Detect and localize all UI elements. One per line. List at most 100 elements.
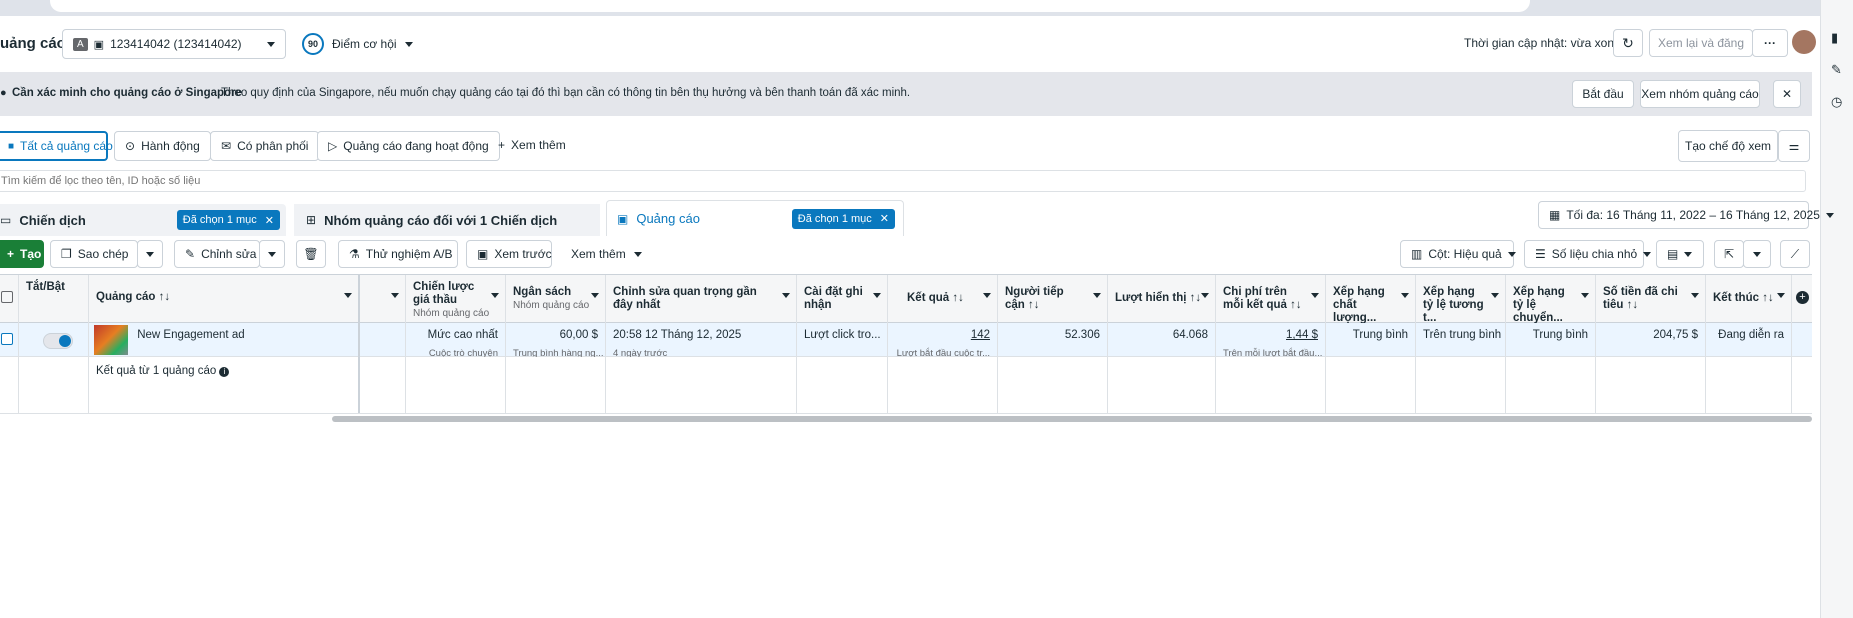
- ad-name[interactable]: New Engagement ad: [137, 329, 244, 342]
- info-icon[interactable]: i: [219, 367, 230, 377]
- create-view-button[interactable]: Tạo chế độ xem: [1678, 130, 1778, 162]
- edit-dropdown[interactable]: [259, 240, 285, 268]
- add-column-icon[interactable]: +: [1796, 291, 1809, 304]
- account-selector[interactable]: A ▣ 123414042 (123414042): [62, 29, 286, 59]
- create-button[interactable]: + Tạo: [0, 240, 44, 268]
- col-reach[interactable]: Người tiếp cận ↑↓: [998, 275, 1108, 323]
- charts-button[interactable]: ⟋: [1780, 240, 1810, 268]
- tab-campaigns[interactable]: ▭ Chiến dịch Đã chọn 1 mục ✕: [0, 204, 286, 236]
- selected-tag[interactable]: Đã chọn 1 mục ✕: [176, 210, 280, 230]
- close-icon[interactable]: ✕: [265, 214, 274, 227]
- row-reach-cell: 52.306: [998, 323, 1108, 357]
- col-amount-spent[interactable]: Số tiền đã chi tiêu ↑↓: [1596, 275, 1706, 323]
- chevron-down-icon: [1507, 251, 1516, 257]
- row-ad-cell[interactable]: New Engagement ad: [89, 323, 360, 357]
- ab-test-label: Thử nghiệm A/B: [365, 247, 453, 261]
- tab-adsets[interactable]: ⊞ Nhóm quảng cáo đối với 1 Chiến dịch: [294, 204, 600, 236]
- account-badge: A: [73, 37, 88, 51]
- date-range-picker[interactable]: ▦ Tối đa: 16 Tháng 11, 2022 – 16 Tháng 1…: [1538, 201, 1834, 229]
- col-budget[interactable]: Ngân sách Nhóm quảng cáo: [506, 275, 606, 323]
- chevron-down-icon: [633, 251, 642, 257]
- trash-icon: 🗑: [303, 247, 319, 261]
- col-bid-strategy[interactable]: Chiến lược giá thầu Nhóm quảng cáo: [406, 275, 506, 323]
- toolbar-more[interactable]: Xem thêm: [571, 247, 642, 261]
- duplicate-dropdown[interactable]: [137, 240, 163, 268]
- chevron-down-icon: [344, 293, 352, 298]
- clock-icon[interactable]: ◷: [1831, 94, 1842, 110]
- breakdown-button[interactable]: ☰ Số liệu chia nhỏ: [1524, 240, 1652, 268]
- filter-actions[interactable]: ⊙ Hành động: [114, 131, 211, 161]
- summary-cell: [1326, 357, 1416, 413]
- row-bid-cell: Mức cao nhất Cuộc trò chuyện: [406, 323, 506, 357]
- col-toggle[interactable]: Tắt/Bật: [19, 275, 89, 323]
- tab-ads[interactable]: ▣ Quảng cáo Đã chọn 1 mục ✕: [606, 200, 904, 236]
- chevron-down-icon: [1691, 293, 1699, 298]
- reports-button[interactable]: ▤: [1656, 240, 1704, 268]
- summary-cell: [1506, 357, 1596, 413]
- col-results[interactable]: Kết quả ↑↓: [888, 275, 998, 323]
- export-dropdown[interactable]: [1743, 240, 1771, 268]
- pencil-icon: ✎: [185, 247, 196, 261]
- right-rail: [1820, 0, 1853, 618]
- col-quality-ranking[interactable]: Xếp hạng chất lượng...: [1326, 275, 1416, 324]
- row-cpr-cell: 1,44 $ Trên mỗi lượt bắt đầu...: [1216, 323, 1326, 357]
- review-publish-button[interactable]: Xem lại và đăng: [1649, 29, 1753, 57]
- close-icon[interactable]: ✕: [880, 212, 889, 225]
- tag-label: Đã chọn 1 mục: [182, 214, 257, 226]
- export-icon: ⇱: [1723, 247, 1735, 261]
- col-cost-per-result[interactable]: Chi phí trên mỗi kết quả ↑↓: [1216, 275, 1326, 323]
- view-settings-button[interactable]: ⚌: [1778, 130, 1810, 162]
- refresh-button[interactable]: ↻: [1613, 29, 1643, 57]
- horizontal-scrollbar[interactable]: [332, 416, 1812, 422]
- start-button[interactable]: Bắt đầu: [1572, 80, 1634, 108]
- preview-button[interactable]: ▣ Xem trước: [466, 240, 552, 268]
- duplicate-button[interactable]: ❐ Sao chép: [50, 240, 138, 268]
- col-ends[interactable]: Kết thúc ↑↓: [1706, 275, 1792, 323]
- opportunity-score[interactable]: 90 Điểm cơ hội: [302, 33, 413, 55]
- filter-label: Hành động: [141, 139, 200, 153]
- chart-icon[interactable]: ▮: [1831, 30, 1838, 46]
- search-input[interactable]: [0, 170, 1806, 192]
- export-button[interactable]: ⇱: [1714, 240, 1744, 268]
- report-icon: ▤: [1667, 247, 1679, 261]
- filter-more[interactable]: + Xem thêm: [498, 138, 566, 152]
- filter-delivery[interactable]: ✉ Có phân phối: [210, 131, 320, 161]
- more-button[interactable]: ···: [1752, 29, 1788, 57]
- row-checkbox[interactable]: [1, 333, 13, 345]
- cell-value[interactable]: 1,44 $: [1223, 329, 1318, 342]
- filter-label: Quảng cáo đang hoạt động: [343, 139, 489, 153]
- cell-value: 64.068: [1172, 329, 1208, 341]
- table-bottom-border: [0, 413, 1812, 414]
- tab-label: Chiến dịch: [19, 212, 86, 228]
- col-impressions[interactable]: Lượt hiển thị ↑↓: [1108, 275, 1216, 323]
- filter-active-ads[interactable]: ▷ Quảng cáo đang hoạt động: [317, 131, 500, 161]
- cell-value[interactable]: 142: [895, 329, 990, 342]
- view-adset-button[interactable]: Xem nhóm quảng cáo: [1640, 80, 1760, 108]
- ad-toggle[interactable]: [43, 333, 73, 349]
- col-last-edit[interactable]: Chỉnh sửa quan trọng gần đây nhất: [606, 275, 797, 323]
- selected-tag[interactable]: Đã chọn 1 mục ✕: [791, 208, 895, 229]
- row-hidden-cell: [360, 323, 406, 357]
- col-label: Xếp hạng chất lượng...: [1333, 286, 1385, 324]
- col-ad[interactable]: Quảng cáo ↑↓: [89, 275, 360, 323]
- delete-button[interactable]: 🗑: [296, 240, 326, 268]
- col-attribution[interactable]: Cài đặt ghi nhận: [797, 275, 888, 323]
- col-conversion-ranking[interactable]: Xếp hạng tỷ lệ chuyển...: [1506, 275, 1596, 324]
- filter-label: Tất cả quảng cáo: [20, 139, 113, 153]
- create-label: Tạo: [20, 247, 42, 261]
- duplicate-label: Sao chép: [77, 247, 129, 261]
- ab-test-button[interactable]: ⚗ Thử nghiệm A/B: [338, 240, 458, 268]
- row-toggle-cell: [19, 323, 89, 357]
- col-engagement-ranking[interactable]: Xếp hạng tỷ lệ tương t...: [1416, 275, 1506, 324]
- columns-button[interactable]: ▥ Cột: Hiệu quả: [1400, 240, 1516, 268]
- select-all-checkbox[interactable]: [1, 291, 13, 303]
- calendar-icon: ▦: [1549, 208, 1561, 222]
- filter-all-ads[interactable]: ■ Tất cả quảng cáo: [0, 131, 113, 161]
- edit-button[interactable]: ✎ Chỉnh sửa: [174, 240, 260, 268]
- pencil-icon[interactable]: ✎: [1831, 62, 1842, 78]
- close-banner-button[interactable]: ✕: [1773, 80, 1801, 108]
- avatar[interactable]: [1792, 30, 1816, 54]
- preview-label: Xem trước: [494, 247, 552, 261]
- cell-value: Trung bình: [1352, 329, 1408, 341]
- url-field[interactable]: [50, 0, 1530, 12]
